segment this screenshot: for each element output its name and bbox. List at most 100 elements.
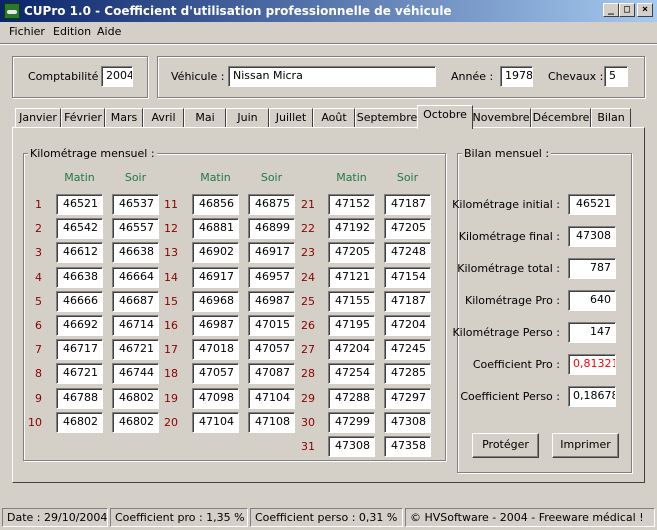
km-soir-field[interactable]: 46638 xyxy=(112,242,159,263)
minimize-button[interactable]: _ xyxy=(603,3,619,17)
bilan-value[interactable]: 0,18678 xyxy=(568,386,616,407)
km-matin-field[interactable]: 46788 xyxy=(56,388,103,409)
tab-avril[interactable]: Avril xyxy=(143,108,184,127)
close-button[interactable]: × xyxy=(637,3,653,17)
bilan-value[interactable]: 640 xyxy=(568,290,616,311)
km-matin-field[interactable]: 47121 xyxy=(328,267,375,288)
km-matin-field[interactable]: 47308 xyxy=(328,436,375,457)
km-soir-field[interactable]: 47245 xyxy=(384,339,431,360)
tab-décembre[interactable]: Décembre xyxy=(531,108,591,127)
km-soir-field[interactable]: 46875 xyxy=(248,194,295,215)
km-matin-field[interactable]: 47192 xyxy=(328,218,375,239)
tab-septembre[interactable]: Septembre xyxy=(355,108,419,127)
km-matin-field[interactable]: 46902 xyxy=(192,242,239,263)
km-matin-field[interactable]: 47299 xyxy=(328,412,375,433)
km-soir-field[interactable]: 47205 xyxy=(384,218,431,239)
km-soir-field[interactable]: 47187 xyxy=(384,291,431,312)
km-soir-field[interactable]: 47108 xyxy=(248,412,295,433)
menu-aide[interactable]: Aide xyxy=(97,25,121,38)
status-copyright: © HVSoftware - 2004 - Freeware médical ! xyxy=(405,508,655,527)
km-soir-field[interactable]: 46917 xyxy=(248,242,295,263)
km-matin-field[interactable]: 46638 xyxy=(56,267,103,288)
km-matin-field[interactable]: 46542 xyxy=(56,218,103,239)
km-matin-field[interactable]: 47205 xyxy=(328,242,375,263)
km-soir-field[interactable]: 46987 xyxy=(248,291,295,312)
bilan-value[interactable]: 46521 xyxy=(568,194,616,215)
maximize-button[interactable]: □ xyxy=(619,3,635,17)
km-matin-field[interactable]: 46521 xyxy=(56,194,103,215)
km-soir-field[interactable]: 47087 xyxy=(248,363,295,384)
km-matin-field[interactable]: 46856 xyxy=(192,194,239,215)
km-soir-field[interactable]: 46557 xyxy=(112,218,159,239)
km-soir-field[interactable]: 47204 xyxy=(384,315,431,336)
tab-janvier[interactable]: Janvier xyxy=(15,108,61,127)
tab-juillet[interactable]: Juillet xyxy=(269,108,313,127)
bilan-value[interactable]: 0,81321 xyxy=(568,354,616,375)
km-soir-field[interactable]: 47154 xyxy=(384,267,431,288)
tab-novembre[interactable]: Novembre xyxy=(471,108,531,127)
imprimer-button[interactable]: Imprimer xyxy=(552,433,619,458)
km-matin-field[interactable]: 47104 xyxy=(192,412,239,433)
km-matin-field[interactable]: 46666 xyxy=(56,291,103,312)
km-matin-field[interactable]: 47152 xyxy=(328,194,375,215)
bilan-value[interactable]: 787 xyxy=(568,258,616,279)
km-soir-field[interactable]: 47057 xyxy=(248,339,295,360)
km-matin-field[interactable]: 46721 xyxy=(56,363,103,384)
km-soir-field[interactable]: 46957 xyxy=(248,267,295,288)
km-soir-field[interactable]: 47308 xyxy=(384,412,431,433)
proteger-button[interactable]: Protéger xyxy=(472,433,539,458)
km-soir-field[interactable]: 46899 xyxy=(248,218,295,239)
tab-bilan[interactable]: Bilan xyxy=(591,108,631,127)
chevaux-field[interactable]: 5 xyxy=(604,66,628,87)
km-matin-field[interactable]: 47155 xyxy=(328,291,375,312)
km-matin-field[interactable]: 46987 xyxy=(192,315,239,336)
km-matin-field[interactable]: 47018 xyxy=(192,339,239,360)
comptabilite-field[interactable]: 2004 xyxy=(101,66,133,87)
km-soir-field[interactable]: 46664 xyxy=(112,267,159,288)
km-matin-field[interactable]: 47288 xyxy=(328,388,375,409)
day-number: 26 xyxy=(301,319,315,332)
vehicule-field[interactable]: Nissan Micra xyxy=(228,66,436,87)
km-soir-field[interactable]: 46687 xyxy=(112,291,159,312)
day-number: 18 xyxy=(164,367,178,380)
km-matin-field[interactable]: 46612 xyxy=(56,242,103,263)
km-matin-field[interactable]: 46802 xyxy=(56,412,103,433)
km-matin-field[interactable]: 46717 xyxy=(56,339,103,360)
tab-octobre[interactable]: Octobre xyxy=(417,105,473,129)
km-soir-field[interactable]: 47187 xyxy=(384,194,431,215)
km-soir-field[interactable]: 47285 xyxy=(384,363,431,384)
km-matin-field[interactable]: 47254 xyxy=(328,363,375,384)
km-matin-field[interactable]: 46881 xyxy=(192,218,239,239)
km-soir-field[interactable]: 46802 xyxy=(112,412,159,433)
km-soir-field[interactable]: 47104 xyxy=(248,388,295,409)
km-matin-field[interactable]: 47195 xyxy=(328,315,375,336)
col-header-matin: Matin xyxy=(64,171,95,184)
tab-mars[interactable]: Mars xyxy=(105,108,143,127)
km-matin-field[interactable]: 46917 xyxy=(192,267,239,288)
km-soir-field[interactable]: 47015 xyxy=(248,315,295,336)
km-soir-field[interactable]: 46537 xyxy=(112,194,159,215)
tab-août[interactable]: Août xyxy=(313,108,355,127)
menu-fichier[interactable]: Fichier xyxy=(9,25,45,38)
km-matin-field[interactable]: 47098 xyxy=(192,388,239,409)
km-matin-field[interactable]: 47057 xyxy=(192,363,239,384)
km-soir-field[interactable]: 46802 xyxy=(112,388,159,409)
bilan-value[interactable]: 147 xyxy=(568,322,616,343)
km-soir-field[interactable]: 47358 xyxy=(384,436,431,457)
tab-juin[interactable]: Juin xyxy=(226,108,269,127)
title-bar[interactable]: CUPro 1.0 - Coefficient d'utilisation pr… xyxy=(0,0,657,22)
km-soir-field[interactable]: 47248 xyxy=(384,242,431,263)
km-matin-field[interactable]: 46968 xyxy=(192,291,239,312)
km-soir-field[interactable]: 46721 xyxy=(112,339,159,360)
km-soir-field[interactable]: 46744 xyxy=(112,363,159,384)
km-matin-field[interactable]: 47204 xyxy=(328,339,375,360)
km-soir-field[interactable]: 47297 xyxy=(384,388,431,409)
menu-edition[interactable]: Edition xyxy=(53,25,91,38)
day-number: 8 xyxy=(35,367,42,380)
annee-field[interactable]: 1978 xyxy=(500,66,533,87)
tab-février[interactable]: Février xyxy=(61,108,105,127)
km-matin-field[interactable]: 46692 xyxy=(56,315,103,336)
bilan-value[interactable]: 47308 xyxy=(568,226,616,247)
km-soir-field[interactable]: 46714 xyxy=(112,315,159,336)
tab-mai[interactable]: Mai xyxy=(184,108,226,127)
